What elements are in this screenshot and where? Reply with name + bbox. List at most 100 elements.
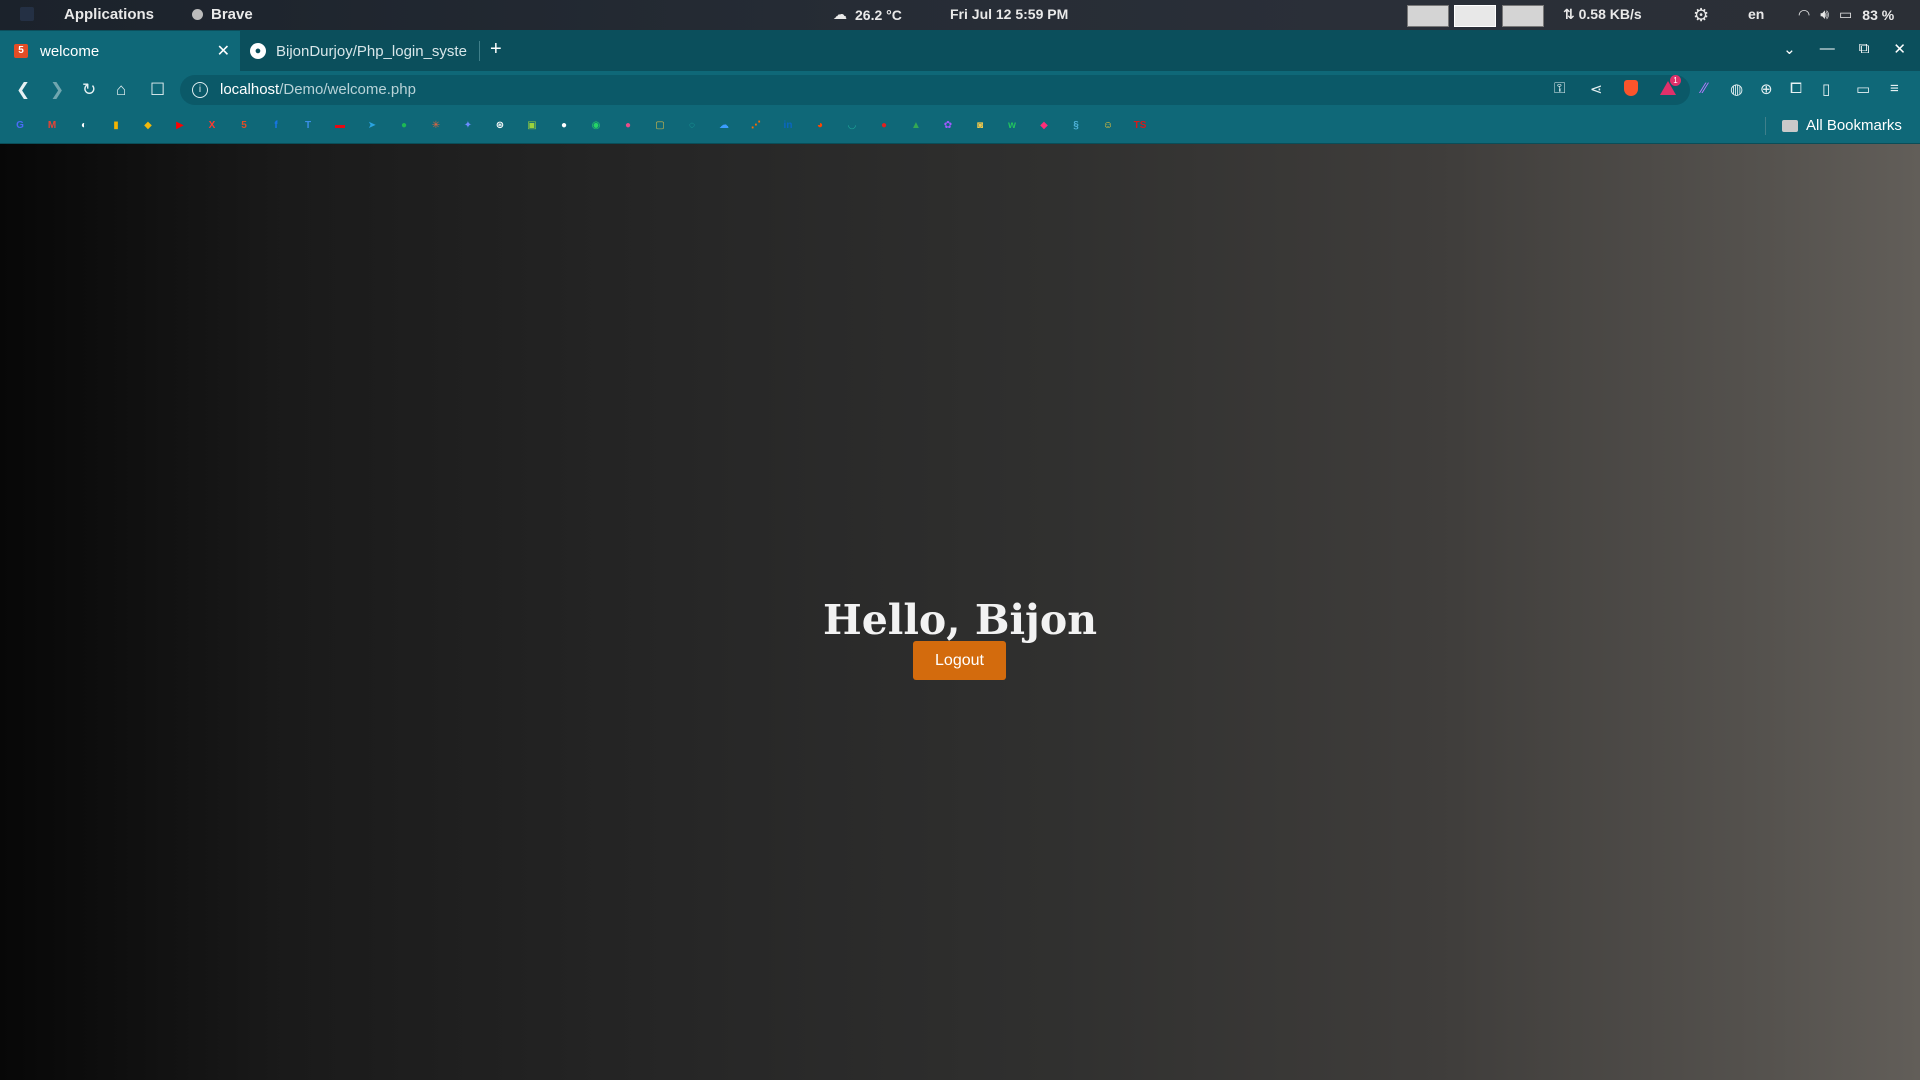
browser-toolbar: ❮ ❯ ↻ ⌂ ☐ i localhost/Demo/welcome.php ⚿…	[0, 71, 1920, 109]
typora-icon[interactable]: T	[300, 118, 316, 134]
active-app-label: Brave	[211, 6, 253, 23]
back-icon[interactable]: ❮	[16, 80, 30, 100]
volume-icon: 🔊︎	[1820, 6, 1830, 22]
status-tray[interactable]: ◠ 🔊︎ ▭ 83 %	[1798, 6, 1894, 23]
github-icon: ●	[250, 43, 266, 59]
applications-menu[interactable]: Applications	[64, 6, 154, 23]
github-icon[interactable]: ●	[556, 118, 572, 134]
network-speed: ⇅ 0.58 KB/s	[1563, 6, 1642, 22]
red-app-icon[interactable]: ▬	[332, 118, 348, 134]
key-icon[interactable]: ⚿	[1554, 80, 1565, 97]
dribbble-icon[interactable]: ●	[620, 118, 636, 134]
globe-icon[interactable]: ◐	[76, 118, 92, 134]
tab-welcome[interactable]: 5 welcome ✕	[0, 31, 240, 71]
site-info-icon[interactable]: i	[192, 82, 208, 98]
tab-divider	[479, 41, 480, 61]
emoji-icon[interactable]: ☺	[1100, 118, 1116, 134]
active-app-indicator[interactable]: Brave	[192, 6, 253, 23]
bookmarks-bar: G M ◐ ▮ ◆ ▶ X 5 f T ▬ ➤ ● ✳ ✦ ⊛ ▣ ● ◉ ● ▢ ◌ ☁ ⋰ in ◕ ◡ ● ▲ ✿ ◙ w ◆ § ☺ TS A…	[0, 109, 1920, 144]
gear-icon[interactable]: ⚙	[1693, 5, 1709, 26]
wallet-icon[interactable]: ▭	[1856, 80, 1870, 98]
brave-app-icon	[192, 9, 203, 20]
reddit-icon[interactable]: ◕	[812, 118, 828, 134]
gemini-icon[interactable]: ✦	[460, 118, 476, 134]
brave-shields-icon[interactable]	[1624, 80, 1638, 96]
workspace-3[interactable]	[1502, 5, 1544, 27]
sidebar-icon[interactable]: ▯	[1822, 80, 1830, 98]
pink-app-icon[interactable]: ◆	[1036, 118, 1052, 134]
telegram-icon[interactable]: ➤	[364, 118, 380, 134]
analytics-icon[interactable]: ▮	[108, 118, 124, 134]
html5-icon[interactable]: 5	[236, 118, 252, 134]
tab-title: BijonDurjoy/Php_login_syste	[276, 42, 467, 60]
share-icon[interactable]: ⋰	[748, 118, 764, 134]
cloud-icon: ☁	[833, 6, 847, 22]
gmail-icon[interactable]: M	[44, 118, 60, 134]
activities-icon[interactable]	[20, 7, 34, 21]
flow-icon[interactable]: §	[1068, 118, 1084, 134]
youtube-icon[interactable]: ▶	[172, 118, 188, 134]
drive-icon[interactable]: ▲	[908, 118, 924, 134]
close-icon[interactable]: ✕	[217, 41, 230, 61]
pacman-icon[interactable]: ◙	[972, 118, 988, 134]
keyboard-language[interactable]: en	[1748, 6, 1764, 22]
share-icon[interactable]: ⋖	[1590, 80, 1603, 98]
facebook-icon[interactable]: f	[268, 118, 284, 134]
edge-icon[interactable]: ◌	[684, 118, 700, 134]
webflow-icon[interactable]: w	[1004, 118, 1020, 134]
record-icon[interactable]: ●	[876, 118, 892, 134]
chevron-down-icon[interactable]: ⌄	[1783, 40, 1796, 58]
image-icon[interactable]: ▣	[524, 118, 540, 134]
weather-temperature: 26.2 °C	[855, 6, 902, 23]
extensions-puzzle-icon[interactable]: ⧠	[1790, 80, 1802, 97]
spark-icon[interactable]: ✳	[428, 118, 444, 134]
smile-app-icon[interactable]: ◡	[844, 118, 860, 134]
rewards-badge: 1	[1670, 75, 1681, 86]
close-window-icon[interactable]: ✕	[1893, 40, 1906, 58]
folder-icon	[1782, 119, 1798, 132]
figma-icon[interactable]: ✿	[940, 118, 956, 134]
linkedin-icon[interactable]: in	[780, 118, 796, 134]
cloud-icon[interactable]: ☁	[716, 118, 732, 134]
workspace-1[interactable]	[1407, 5, 1449, 27]
terminal-icon[interactable]: ▢	[652, 118, 668, 134]
bookmark-icon[interactable]: ☐	[150, 80, 165, 100]
restore-icon[interactable]: ⧉	[1859, 40, 1870, 58]
vpn-globe-icon[interactable]: ⊕	[1760, 80, 1773, 98]
wifi-icon: ◠	[1798, 6, 1811, 22]
green-app-icon[interactable]: ●	[396, 118, 412, 134]
minimize-icon[interactable]: —	[1820, 40, 1835, 58]
url-text[interactable]: localhost/Demo/welcome.php	[220, 81, 416, 98]
binance-icon[interactable]: ◆	[140, 118, 156, 134]
page-content: Hello, Bijon Logout	[0, 144, 1920, 1080]
x-icon[interactable]: X	[204, 118, 220, 134]
home-icon[interactable]: ⌂	[116, 80, 126, 100]
bookmarks-divider	[1765, 117, 1766, 135]
battery-percent: 83 %	[1862, 6, 1895, 23]
menu-icon[interactable]: ≡	[1890, 80, 1899, 97]
chatgpt-icon[interactable]: ⊛	[492, 118, 508, 134]
logout-button[interactable]: Logout	[913, 641, 1006, 680]
system-clock[interactable]: Fri Jul 12 5:59 PM	[950, 6, 1068, 22]
weather-widget[interactable]: ☁ 26.2 °C	[833, 6, 902, 23]
translate-icon[interactable]: G	[12, 118, 28, 134]
url-host: localhost	[220, 81, 280, 98]
battery-icon: ▭	[1839, 6, 1853, 22]
tab-github-repo[interactable]: ● BijonDurjoy/Php_login_syste	[250, 31, 480, 71]
tab-title: welcome	[40, 42, 100, 60]
new-tab-button[interactable]: +	[490, 38, 502, 61]
reload-icon[interactable]: ↻	[82, 80, 96, 100]
all-bookmarks-label: All Bookmarks	[1806, 117, 1902, 134]
forward-icon[interactable]: ❯	[50, 80, 64, 100]
greeting-heading: Hello, Bijon	[822, 596, 1098, 645]
ts-icon[interactable]: TS	[1132, 118, 1148, 134]
workspace-2[interactable]	[1454, 5, 1496, 27]
system-top-bar: Applications Brave ☁ 26.2 °C Fri Jul 12 …	[0, 0, 1920, 30]
leo-ai-icon[interactable]: ∕∕	[1702, 80, 1707, 97]
all-bookmarks-button[interactable]: All Bookmarks	[1782, 117, 1902, 134]
window-controls: ⌄ — ⧉ ✕	[1783, 40, 1906, 58]
url-path: /Demo/welcome.php	[279, 81, 416, 98]
extension-icon[interactable]: ◍	[1730, 80, 1743, 98]
address-bar[interactable]: i localhost/Demo/welcome.php	[180, 75, 1690, 105]
whatsapp-icon[interactable]: ◉	[588, 118, 604, 134]
